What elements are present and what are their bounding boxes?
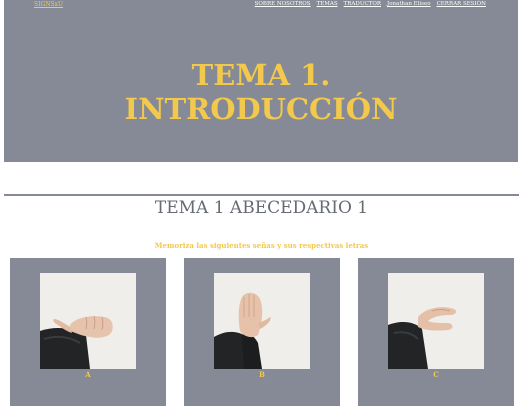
- hand-sign-c-photo: [388, 273, 484, 369]
- page: SIGNSxU SOBRE NOSOTROS TEMAS TRADUCTOR J…: [0, 0, 523, 406]
- section-title: TEMA 1 ABECEDARIO 1: [154, 198, 369, 218]
- nav-link-logout[interactable]: CERRAR SESIÓN: [437, 1, 486, 7]
- hero-title-line2: INTRODUCCIÓN: [124, 92, 398, 126]
- sign-card-a: A: [10, 258, 166, 406]
- hero-banner: SIGNSxU SOBRE NOSOTROS TEMAS TRADUCTOR J…: [4, 0, 518, 162]
- hero-title-line1: TEMA 1.: [191, 58, 331, 92]
- nav-link-temas[interactable]: TEMAS: [317, 1, 338, 7]
- sign-letter-c: C: [433, 370, 439, 379]
- sign-card-b: B: [184, 258, 340, 406]
- brand-link[interactable]: SIGNSxU: [34, 1, 63, 8]
- nav-link-user-profile[interactable]: Jonathan Eliseo: [387, 1, 431, 7]
- navbar: SIGNSxU SOBRE NOSOTROS TEMAS TRADUCTOR J…: [4, 0, 518, 12]
- sign-card-c: C: [358, 258, 514, 406]
- section-divider: [4, 194, 519, 196]
- nav-links: SOBRE NOSOTROS TEMAS TRADUCTOR Jonathan …: [255, 1, 486, 7]
- hero-title: TEMA 1. INTRODUCCIÓN: [4, 58, 518, 126]
- nav-link-traductor[interactable]: TRADUCTOR: [344, 1, 381, 7]
- sign-letter-a: A: [85, 370, 91, 379]
- hand-sign-b-photo: [214, 273, 310, 369]
- instruction-text: Memoriza las siguientes señas y sus resp…: [154, 241, 369, 250]
- sign-letter-b: B: [259, 370, 265, 379]
- hand-sign-a-photo: [40, 273, 136, 369]
- nav-link-sobre-nosotros[interactable]: SOBRE NOSOTROS: [255, 1, 311, 7]
